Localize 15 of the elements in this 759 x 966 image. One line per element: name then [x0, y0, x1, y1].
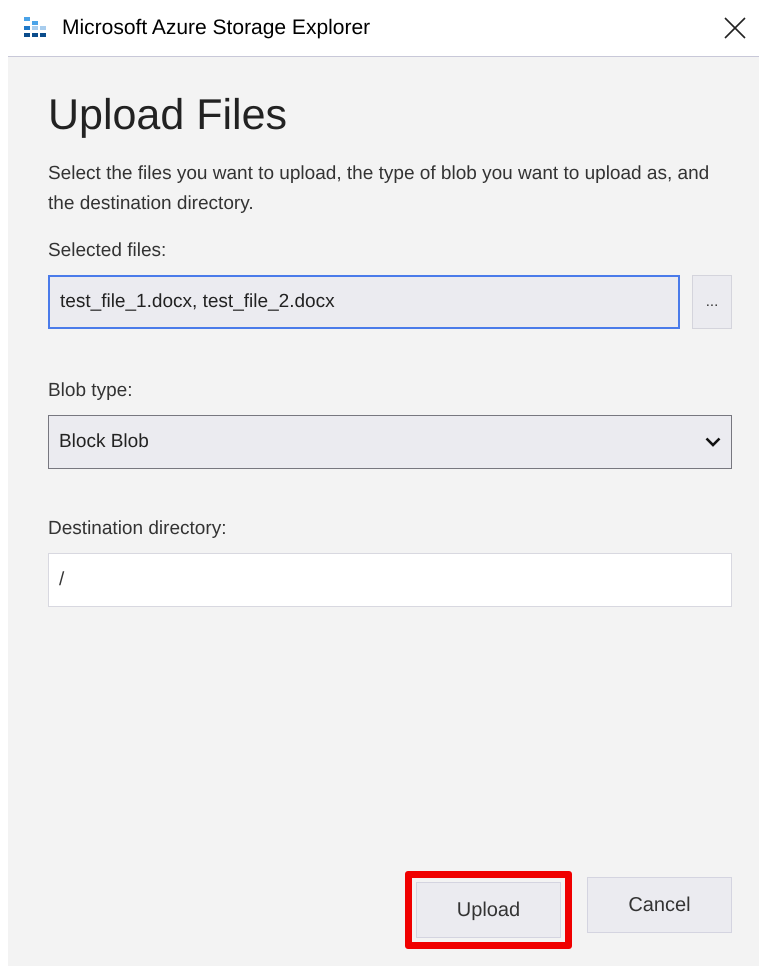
- window-title: Microsoft Azure Storage Explorer: [62, 15, 370, 42]
- dialog-button[interactable]: Upload: [416, 882, 561, 938]
- field-label: Selected files:: [48, 239, 168, 263]
- selected-files-field[interactable]: test_file_1.docx, test_file_2.docx: [48, 275, 680, 329]
- browse-button[interactable]: ...: [692, 275, 732, 329]
- blob-type-dropdown[interactable]: Block Blob: [48, 415, 732, 469]
- field-label: Blob type:: [48, 379, 134, 403]
- description-text: Select the files you want to upload, the type of blob you want to upload as, and the destination directory.: [48, 162, 710, 216]
- dropdown-value: Block Blob: [59, 430, 149, 454]
- dialog-heading: Upload Files: [48, 90, 288, 141]
- dialog-button[interactable]: Cancel: [587, 876, 732, 932]
- close-icon: [724, 17, 746, 39]
- field-label: Destination directory:: [48, 517, 228, 541]
- destination-directory-field[interactable]: /: [48, 553, 732, 607]
- chevron-down-icon: [705, 437, 721, 447]
